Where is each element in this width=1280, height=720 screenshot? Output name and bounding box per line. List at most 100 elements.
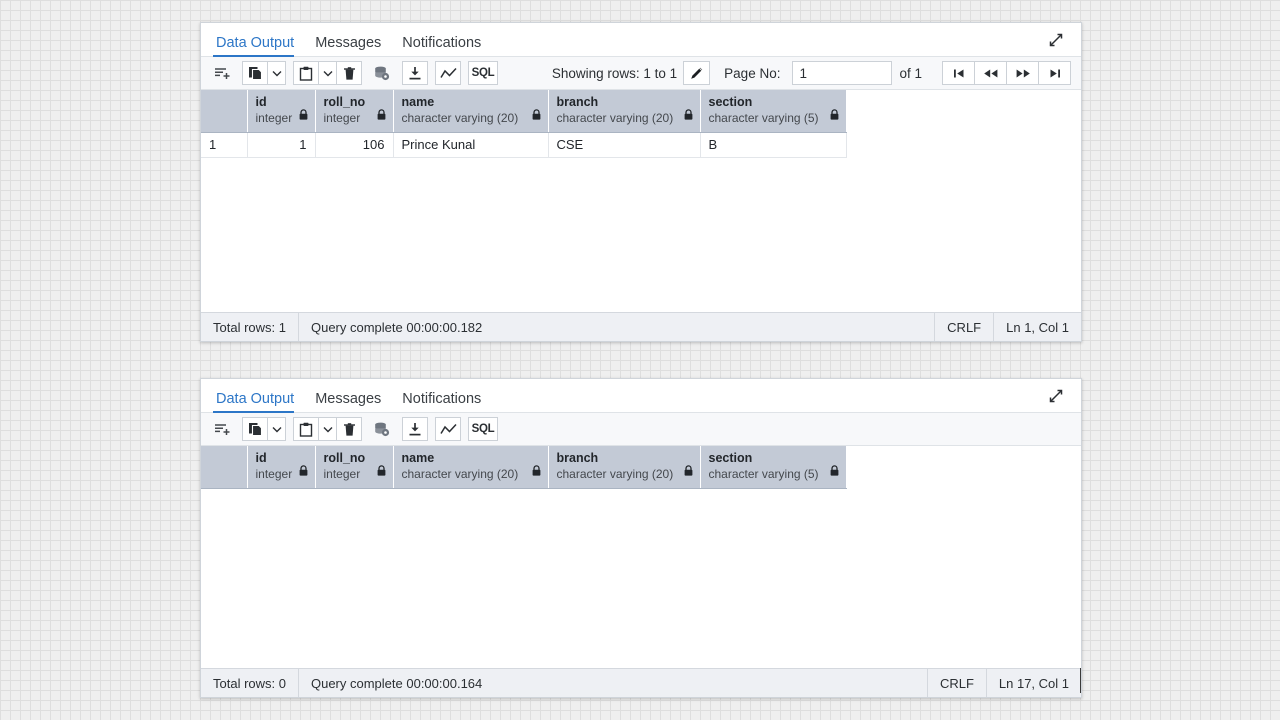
toolbar-group-graph [435, 417, 461, 441]
expand-icon[interactable] [1045, 29, 1067, 51]
lock-icon [684, 464, 693, 479]
tab-notifications-1[interactable]: Notifications [399, 35, 490, 57]
column-header-roll_no[interactable]: roll_no integer [315, 446, 394, 489]
column-name: roll_no [323, 451, 366, 465]
column-name: branch [556, 451, 599, 465]
paste-dropdown-caret-icon[interactable] [318, 61, 337, 85]
toolbar-group-graph [435, 61, 461, 85]
previous-page-icon[interactable] [974, 61, 1007, 85]
copy-dropdown-caret-icon[interactable] [267, 417, 286, 441]
pagination-nav [942, 61, 1071, 85]
page-no-input[interactable] [792, 61, 893, 85]
copy-icon[interactable] [242, 417, 268, 441]
copy-icon[interactable] [242, 61, 268, 85]
table-row[interactable]: 1 1 106 Prince Kunal CSE B [201, 132, 847, 158]
tab-data-output-1[interactable]: Data Output [213, 35, 303, 57]
download-icon[interactable] [402, 417, 428, 441]
toolbar-group-paste [293, 61, 362, 85]
column-type: character varying (5) [708, 466, 819, 481]
lock-icon [684, 108, 693, 123]
data-output-panel-2: Data Output Messages Notifications SQL i… [200, 378, 1082, 698]
column-type: integer [323, 110, 361, 125]
rownum-header [201, 90, 248, 133]
column-type: character varying (20) [556, 110, 674, 125]
column-header-section[interactable]: section character varying (5) [700, 90, 847, 133]
copy-dropdown-caret-icon[interactable] [267, 61, 286, 85]
column-header-branch[interactable]: branch character varying (20) [548, 446, 701, 489]
cell-id[interactable]: 1 [247, 132, 316, 158]
column-name: section [708, 451, 753, 465]
column-header-name[interactable]: name character varying (20) [393, 90, 549, 133]
paste-icon[interactable] [293, 417, 319, 441]
column-header-roll_no[interactable]: roll_no integer [315, 90, 394, 133]
toolbar-group-add [209, 61, 235, 85]
column-header-id[interactable]: id integer [247, 446, 316, 489]
column-name: section [708, 95, 753, 109]
result-grid-1[interactable]: id integer roll_no integer name characte… [201, 90, 1081, 312]
cursor-position-status: Ln 1, Col 1 [993, 313, 1081, 341]
cell-name[interactable]: Prince Kunal [393, 132, 549, 158]
column-header-section[interactable]: section character varying (5) [700, 446, 847, 489]
add-row-icon[interactable] [209, 61, 235, 85]
lock-icon [299, 464, 308, 479]
toolbar-group-paste [293, 417, 362, 441]
expand-icon[interactable] [1045, 385, 1067, 407]
paste-dropdown-caret-icon[interactable] [318, 417, 337, 441]
query-status: Query complete 00:00:00.164 [310, 675, 483, 691]
next-page-icon[interactable] [1006, 61, 1039, 85]
tab-messages-2[interactable]: Messages [312, 391, 390, 413]
delete-icon[interactable] [336, 61, 362, 85]
toolbar-1: SQL Showing rows: 1 to 1 Page No: of 1 [201, 57, 1081, 90]
column-type: character varying (20) [556, 466, 674, 481]
sql-icon[interactable]: SQL [468, 61, 498, 85]
tab-messages-1[interactable]: Messages [312, 35, 390, 57]
column-name: name [401, 95, 435, 109]
cell-branch[interactable]: CSE [548, 132, 701, 158]
tab-data-output-2[interactable]: Data Output [213, 391, 303, 413]
lock-icon [377, 464, 386, 479]
last-page-icon[interactable] [1038, 61, 1071, 85]
line-ending-status: CRLF [934, 313, 993, 341]
lock-icon [377, 108, 386, 123]
first-page-icon[interactable] [942, 61, 975, 85]
column-type: integer [323, 466, 361, 481]
add-row-icon[interactable] [209, 417, 235, 441]
toolbar-group-save [369, 61, 395, 85]
column-header-name[interactable]: name character varying (20) [393, 446, 549, 489]
save-data-changes-icon[interactable] [369, 61, 395, 85]
toolbar-group-copy [242, 61, 286, 85]
page-no-label: Page No: [724, 65, 781, 81]
toolbar-group-save [369, 417, 395, 441]
cell-section[interactable]: B [700, 132, 847, 158]
graph-visualiser-icon[interactable] [435, 417, 461, 441]
total-rows-status: Total rows: 0 [201, 669, 299, 697]
column-header-branch[interactable]: branch character varying (20) [548, 90, 701, 133]
cell-roll_no[interactable]: 106 [315, 132, 394, 158]
paste-icon[interactable] [293, 61, 319, 85]
delete-icon[interactable] [336, 417, 362, 441]
save-data-changes-icon[interactable] [369, 417, 395, 441]
column-type: character varying (20) [401, 110, 519, 125]
status-bar-2: Total rows: 0 Query complete 00:00:00.16… [201, 668, 1081, 697]
showing-rows-label: Showing rows: 1 to 1 [551, 65, 678, 81]
lock-icon [299, 108, 308, 123]
sql-label: SQL [471, 67, 495, 79]
toolbar-2: SQL [201, 413, 1081, 446]
result-grid-2[interactable]: id integer roll_no integer name characte… [201, 446, 1081, 668]
column-name: roll_no [323, 95, 366, 109]
edit-pencil-icon[interactable] [683, 61, 711, 85]
column-header-id[interactable]: id integer [247, 90, 316, 133]
download-icon[interactable] [402, 61, 428, 85]
result-table-1: id integer roll_no integer name characte… [201, 90, 847, 158]
toolbar-group-export [402, 61, 428, 85]
toolbar-group-add [209, 417, 235, 441]
column-name: name [401, 451, 435, 465]
sql-icon[interactable]: SQL [468, 417, 498, 441]
rownum-header [201, 446, 248, 489]
graph-visualiser-icon[interactable] [435, 61, 461, 85]
lock-icon [830, 464, 839, 479]
query-status: Query complete 00:00:00.182 [310, 319, 483, 335]
row-number[interactable]: 1 [201, 132, 248, 158]
toolbar-group-sql: SQL [468, 61, 498, 85]
tab-notifications-2[interactable]: Notifications [399, 391, 490, 413]
